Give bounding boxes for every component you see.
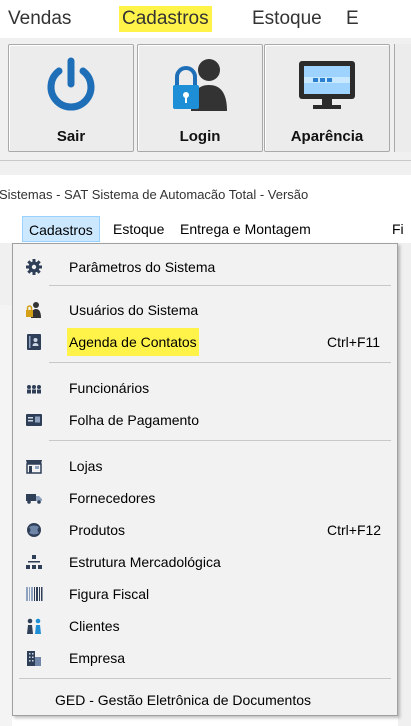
menu-item-label: Usuários do Sistema bbox=[69, 302, 199, 318]
next-toolbar-button-partial[interactable] bbox=[394, 44, 411, 152]
users-icon bbox=[26, 302, 41, 318]
monitor-icon bbox=[299, 61, 355, 109]
hierarchy-icon bbox=[26, 555, 42, 569]
building-icon bbox=[27, 651, 41, 666]
menu-cadastros-open[interactable]: Cadastros bbox=[22, 216, 100, 242]
gear-icon bbox=[26, 259, 42, 275]
menu-item-label: Estrutura Mercadológica bbox=[69, 554, 221, 570]
address-book-icon bbox=[27, 334, 41, 350]
menu-separator bbox=[49, 285, 391, 286]
menu-item-parametros-sistema[interactable]: Parâmetros do Sistema bbox=[17, 253, 393, 281]
truck-icon bbox=[26, 494, 42, 504]
background-window-edge bbox=[398, 243, 411, 726]
menu-separator bbox=[49, 440, 391, 441]
menu-item-label: Agenda de Contatos bbox=[67, 328, 199, 356]
menu-separator bbox=[49, 362, 391, 363]
menu-item-label: Parâmetros do Sistema bbox=[69, 259, 216, 275]
menu-estoque[interactable]: Estoque bbox=[107, 216, 170, 242]
toolbar: Sair Login Aparência bbox=[0, 38, 411, 160]
clients-icon bbox=[27, 618, 41, 634]
menu-vendas[interactable]: Vendas bbox=[8, 6, 71, 32]
cadastros-dropdown-menu: Parâmetros do Sistema Usuários do Sistem… bbox=[12, 243, 398, 716]
payroll-icon bbox=[26, 414, 42, 426]
top-menubar: Vendas Cadastros Estoque E bbox=[0, 0, 411, 38]
menu-e-truncated[interactable]: E bbox=[346, 6, 359, 32]
products-icon bbox=[27, 523, 41, 537]
menu-estoque[interactable]: Estoque bbox=[252, 6, 322, 32]
menu-item-estrutura-mercadologica[interactable]: Estrutura Mercadológica bbox=[17, 548, 393, 576]
menu-item-label: Figura Fiscal bbox=[69, 586, 150, 602]
menu-item-shortcut: Ctrl+F12 bbox=[327, 522, 382, 538]
menu-item-label: Funcionários bbox=[69, 380, 150, 396]
sair-label: Sair bbox=[56, 128, 86, 145]
menu-item-shortcut: Ctrl+F11 bbox=[327, 334, 381, 350]
window-title-strip: Sistemas - SAT Sistema de Automação Tota… bbox=[0, 181, 411, 199]
menu-item-figura-fiscal[interactable]: Figura Fiscal bbox=[17, 580, 393, 608]
main-menubar: Cadastros Estoque Entrega e Montagem Fi bbox=[0, 216, 411, 242]
menu-item-clientes[interactable]: Clientes bbox=[17, 612, 393, 640]
menu-entrega-montagem[interactable]: Entrega e Montagem bbox=[174, 216, 317, 242]
menu-item-lojas[interactable]: Lojas bbox=[17, 452, 393, 480]
menu-item-folha-pagamento[interactable]: Folha de Pagamento bbox=[17, 406, 393, 434]
menu-item-label: Clientes bbox=[69, 618, 120, 634]
background-window-edge bbox=[0, 305, 12, 726]
menu-item-funcionarios[interactable]: Funcionários bbox=[17, 374, 393, 402]
menu-cadastros[interactable]: Cadastros bbox=[119, 6, 212, 32]
menu-item-empresa[interactable]: Empresa bbox=[17, 644, 393, 672]
menu-fi-truncated[interactable]: Fi bbox=[386, 216, 410, 242]
aparencia-label: Aparência bbox=[290, 128, 364, 145]
user-lock-icon bbox=[173, 59, 227, 111]
login-button[interactable]: Login bbox=[137, 44, 263, 152]
menu-item-usuarios-sistema[interactable]: Usuários do Sistema bbox=[17, 296, 393, 324]
barcode-icon bbox=[26, 587, 43, 601]
menu-item-label: Lojas bbox=[69, 458, 103, 474]
menu-item-ged[interactable]: GED - Gestão Eletrônica de Documentos bbox=[17, 686, 393, 714]
menu-item-fornecedores[interactable]: Fornecedores bbox=[17, 484, 393, 512]
menu-item-label: Fornecedores bbox=[69, 490, 156, 506]
menu-item-agenda-contatos[interactable]: Agenda de Contatos Ctrl+F11 bbox=[17, 328, 393, 356]
power-icon bbox=[47, 57, 95, 111]
sair-button[interactable]: Sair bbox=[8, 44, 134, 152]
menu-item-label: Empresa bbox=[69, 650, 126, 666]
employees-icon bbox=[27, 385, 41, 394]
menu-separator bbox=[19, 678, 391, 679]
toolbar-separator bbox=[0, 160, 411, 175]
menu-item-label: Produtos bbox=[69, 522, 126, 538]
aparencia-button[interactable]: Aparência bbox=[264, 44, 390, 152]
menu-item-label: GED - Gestão Eletrônica de Documentos bbox=[55, 692, 312, 708]
menu-item-label: Folha de Pagamento bbox=[69, 412, 199, 428]
store-icon bbox=[26, 460, 42, 474]
login-label: Login bbox=[179, 128, 221, 145]
window-title: Sistemas - SAT Sistema de Automação Tota… bbox=[0, 187, 309, 199]
menu-item-produtos[interactable]: Produtos Ctrl+F12 bbox=[17, 516, 393, 544]
